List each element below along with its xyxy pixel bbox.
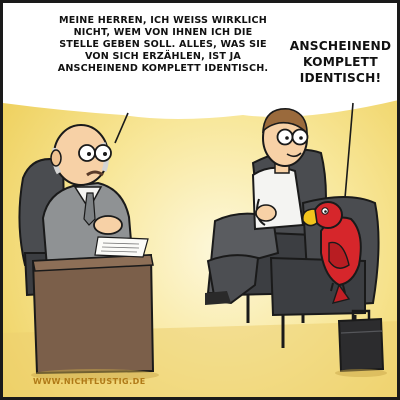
comic-panel: MEINE HERREN, ICH WEISS WIRKLICH NICHT, … [0,0,400,400]
interviewer-speech-text: MEINE HERREN, ICH WEISS WIRKLICH NICHT, … [57,15,269,74]
briefcase [337,309,385,373]
website-credit: WWW.NICHTLUSTIG.DE [33,377,146,386]
parrot-speech-text: ANSCHEINEND KOMPLETT IDENTISCH! [289,39,392,85]
briefcase-shadow [335,369,387,377]
